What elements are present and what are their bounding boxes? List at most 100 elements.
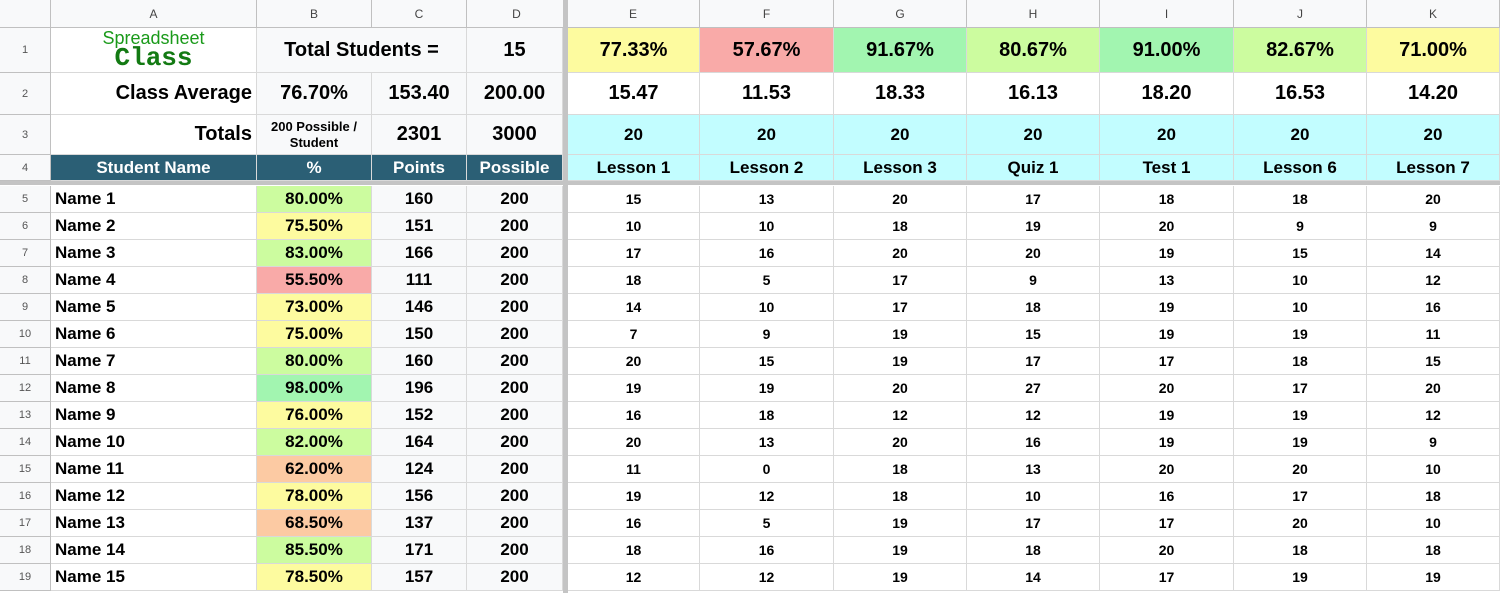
score-cell[interactable]: 12 [700, 483, 834, 510]
student-points[interactable]: 196 [372, 375, 467, 402]
score-cell[interactable]: 19 [1100, 429, 1234, 456]
score-cell[interactable]: 17 [1234, 483, 1367, 510]
score-cell[interactable]: 18 [834, 483, 967, 510]
assignment-name[interactable]: Lesson 3 [834, 155, 967, 181]
score-cell[interactable]: 9 [1367, 429, 1500, 456]
row-header-14[interactable]: 14 [0, 429, 51, 456]
score-cell[interactable]: 11 [1367, 321, 1500, 348]
score-cell[interactable]: 20 [1367, 186, 1500, 213]
student-name[interactable]: Name 10 [51, 429, 257, 456]
score-cell[interactable]: 5 [700, 267, 834, 294]
score-cell[interactable]: 19 [834, 348, 967, 375]
student-percent[interactable]: 98.00% [257, 375, 372, 402]
student-possible[interactable]: 200 [467, 375, 563, 402]
score-cell[interactable]: 20 [568, 429, 700, 456]
row-header-12[interactable]: 12 [0, 375, 51, 402]
assignment-possible[interactable]: 20 [834, 115, 967, 155]
student-name[interactable]: Name 9 [51, 402, 257, 429]
score-cell[interactable]: 20 [568, 348, 700, 375]
row-header-8[interactable]: 8 [0, 267, 51, 294]
score-cell[interactable]: 12 [568, 564, 700, 591]
row-header-3[interactable]: 3 [0, 115, 51, 155]
score-cell[interactable]: 12 [700, 564, 834, 591]
class-average-points[interactable]: 153.40 [372, 73, 467, 115]
score-cell[interactable]: 17 [967, 348, 1100, 375]
row-header-16[interactable]: 16 [0, 483, 51, 510]
score-cell[interactable]: 10 [700, 294, 834, 321]
assignment-avg-points[interactable]: 14.20 [1367, 73, 1500, 115]
row-header-9[interactable]: 9 [0, 294, 51, 321]
assignment-possible[interactable]: 20 [1100, 115, 1234, 155]
score-cell[interactable]: 18 [568, 537, 700, 564]
score-cell[interactable]: 20 [834, 240, 967, 267]
score-cell[interactable]: 20 [834, 375, 967, 402]
total-students-value[interactable]: 15 [467, 28, 563, 73]
row-header-7[interactable]: 7 [0, 240, 51, 267]
student-percent[interactable]: 80.00% [257, 348, 372, 375]
score-cell[interactable]: 19 [834, 321, 967, 348]
header-possible[interactable]: Possible [467, 155, 563, 181]
column-header-a[interactable]: A [51, 0, 257, 28]
student-points[interactable]: 137 [372, 510, 467, 537]
student-possible[interactable]: 200 [467, 510, 563, 537]
score-cell[interactable]: 14 [967, 564, 1100, 591]
student-points[interactable]: 151 [372, 213, 467, 240]
assignment-avg-pct[interactable]: 91.67% [834, 28, 967, 73]
total-students-label[interactable]: Total Students = [257, 28, 467, 73]
score-cell[interactable]: 19 [1234, 402, 1367, 429]
score-cell[interactable]: 18 [1234, 537, 1367, 564]
student-points[interactable]: 111 [372, 267, 467, 294]
row-header-11[interactable]: 11 [0, 348, 51, 375]
student-percent[interactable]: 78.50% [257, 564, 372, 591]
score-cell[interactable]: 16 [568, 402, 700, 429]
score-cell[interactable]: 15 [967, 321, 1100, 348]
row-header-4[interactable]: 4 [0, 155, 51, 181]
score-cell[interactable]: 18 [1234, 186, 1367, 213]
assignment-avg-points[interactable]: 11.53 [700, 73, 834, 115]
score-cell[interactable]: 18 [967, 294, 1100, 321]
student-percent[interactable]: 68.50% [257, 510, 372, 537]
row-header-15[interactable]: 15 [0, 456, 51, 483]
score-cell[interactable]: 17 [967, 186, 1100, 213]
score-cell[interactable]: 19 [568, 483, 700, 510]
assignment-possible[interactable]: 20 [1367, 115, 1500, 155]
header-student-name[interactable]: Student Name [51, 155, 257, 181]
student-possible[interactable]: 200 [467, 267, 563, 294]
student-points[interactable]: 160 [372, 186, 467, 213]
assignment-name[interactable]: Lesson 1 [568, 155, 700, 181]
student-percent[interactable]: 75.00% [257, 321, 372, 348]
column-header-f[interactable]: F [700, 0, 834, 28]
score-cell[interactable]: 19 [834, 564, 967, 591]
student-points[interactable]: 171 [372, 537, 467, 564]
student-percent[interactable]: 73.00% [257, 294, 372, 321]
student-percent[interactable]: 83.00% [257, 240, 372, 267]
student-possible[interactable]: 200 [467, 186, 563, 213]
student-possible[interactable]: 200 [467, 402, 563, 429]
assignment-possible[interactable]: 20 [1234, 115, 1367, 155]
score-cell[interactable]: 18 [967, 537, 1100, 564]
score-cell[interactable]: 19 [1234, 321, 1367, 348]
score-cell[interactable]: 9 [1367, 213, 1500, 240]
row-header-13[interactable]: 13 [0, 402, 51, 429]
score-cell[interactable]: 13 [967, 456, 1100, 483]
assignment-avg-points[interactable]: 16.13 [967, 73, 1100, 115]
total-points[interactable]: 2301 [372, 115, 467, 155]
score-cell[interactable]: 10 [1367, 456, 1500, 483]
score-cell[interactable]: 19 [700, 375, 834, 402]
class-average-pct[interactable]: 76.70% [257, 73, 372, 115]
assignment-avg-points[interactable]: 18.33 [834, 73, 967, 115]
score-cell[interactable]: 18 [1367, 483, 1500, 510]
row-header-2[interactable]: 2 [0, 73, 51, 115]
score-cell[interactable]: 10 [700, 213, 834, 240]
student-name[interactable]: Name 6 [51, 321, 257, 348]
score-cell[interactable]: 16 [568, 510, 700, 537]
student-possible[interactable]: 200 [467, 321, 563, 348]
score-cell[interactable]: 17 [834, 267, 967, 294]
score-cell[interactable]: 14 [568, 294, 700, 321]
score-cell[interactable]: 19 [1367, 564, 1500, 591]
student-name[interactable]: Name 14 [51, 537, 257, 564]
score-cell[interactable]: 5 [700, 510, 834, 537]
score-cell[interactable]: 10 [1234, 294, 1367, 321]
score-cell[interactable]: 17 [1100, 564, 1234, 591]
class-average-label[interactable]: Class Average [51, 73, 257, 115]
